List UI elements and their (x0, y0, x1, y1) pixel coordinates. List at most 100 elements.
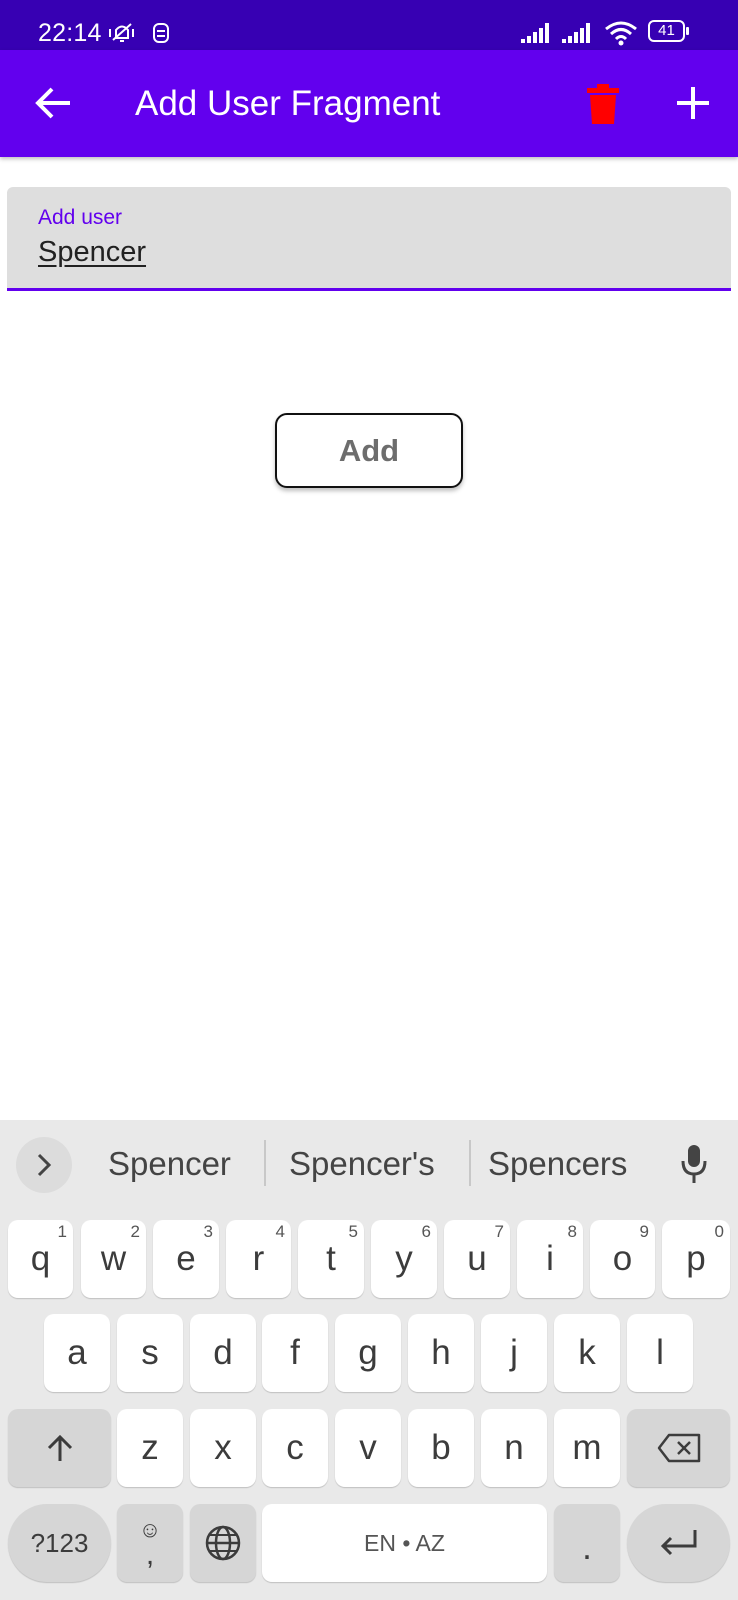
key-label: e (176, 1239, 196, 1278)
wifi-icon (605, 21, 637, 46)
symbols-key[interactable]: ?123 (8, 1504, 111, 1582)
key-label: , (145, 1538, 155, 1571)
key-v[interactable]: v (335, 1409, 401, 1487)
key-b[interactable]: b (408, 1409, 474, 1487)
key-t[interactable]: t5 (298, 1220, 364, 1298)
key-label: b (431, 1428, 451, 1467)
enter-key[interactable] (627, 1504, 730, 1582)
suggestion-divider (264, 1140, 266, 1186)
key-label: v (359, 1428, 377, 1467)
key-e[interactable]: e3 (153, 1220, 219, 1298)
suggestion-3[interactable]: Spencers (488, 1145, 627, 1183)
key-hint: 9 (639, 1222, 649, 1241)
key-hint: 5 (348, 1222, 358, 1241)
key-f[interactable]: f (262, 1314, 328, 1392)
space-key[interactable]: EN • AZ (262, 1504, 547, 1582)
emoji-comma-key[interactable]: ☺ , (117, 1504, 183, 1582)
key-label: q (30, 1239, 51, 1278)
key-m[interactable]: m (554, 1409, 620, 1487)
key-x[interactable]: x (190, 1409, 256, 1487)
key-g[interactable]: g (335, 1314, 401, 1392)
backspace-key[interactable] (627, 1409, 730, 1487)
suggestion-1[interactable]: Spencer (108, 1145, 231, 1183)
key-label: k (578, 1333, 596, 1372)
key-i[interactable]: i8 (517, 1220, 583, 1298)
soft-keyboard: Spencer Spencer's Spencers q1 w2 e3 r4 t… (0, 1120, 738, 1600)
add-user-field[interactable]: Add user Spencer (7, 187, 731, 291)
key-l[interactable]: l (627, 1314, 693, 1392)
key-q[interactable]: q1 (8, 1220, 73, 1298)
battery-icon: 41 (648, 20, 690, 44)
key-label: y (395, 1239, 413, 1278)
add-button[interactable]: Add (275, 413, 463, 488)
key-z[interactable]: z (117, 1409, 183, 1487)
key-label: l (656, 1333, 664, 1372)
plus-icon[interactable] (673, 83, 713, 123)
key-p[interactable]: p0 (662, 1220, 730, 1298)
key-label: c (286, 1428, 304, 1467)
battery-level: 41 (658, 22, 675, 39)
key-h[interactable]: h (408, 1314, 474, 1392)
key-y[interactable]: y6 (371, 1220, 437, 1298)
key-a[interactable]: a (44, 1314, 110, 1392)
key-label: w (100, 1239, 127, 1278)
suggestion-2[interactable]: Spencer's (289, 1145, 435, 1183)
key-hint: 1 (57, 1222, 67, 1241)
suggestion-divider (469, 1140, 471, 1186)
arrow-left-icon[interactable] (34, 80, 74, 126)
add-button-label: Add (338, 432, 400, 468)
key-label: a (67, 1333, 87, 1372)
status-time: 22:14 (38, 19, 102, 47)
key-label: n (504, 1428, 524, 1467)
shift-arrow-icon (47, 1434, 72, 1461)
key-d[interactable]: d (190, 1314, 256, 1392)
page-title: Add User Fragment (135, 84, 441, 123)
key-label: g (358, 1333, 378, 1372)
key-label: p (686, 1239, 706, 1278)
enter-icon (660, 1530, 696, 1556)
add-user-field-label: Add user (38, 206, 123, 229)
shift-key[interactable] (8, 1409, 111, 1487)
key-label: f (290, 1333, 300, 1372)
chevron-right-icon (37, 1153, 52, 1177)
key-c[interactable]: c (262, 1409, 328, 1487)
key-r[interactable]: r4 (226, 1220, 291, 1298)
key-label: x (214, 1428, 232, 1467)
key-label: z (141, 1428, 159, 1467)
expand-toolbar-button[interactable] (16, 1137, 72, 1193)
globe-icon (205, 1525, 241, 1561)
key-w[interactable]: w2 (81, 1220, 146, 1298)
key-label: m (572, 1428, 602, 1467)
key-label: ?123 (30, 1527, 89, 1558)
sim-icon (153, 23, 169, 43)
key-k[interactable]: k (554, 1314, 620, 1392)
key-hint: 7 (494, 1222, 504, 1241)
key-hint: 2 (130, 1222, 140, 1241)
key-n[interactable]: n (481, 1409, 547, 1487)
trash-icon[interactable] (586, 84, 620, 124)
language-key[interactable] (190, 1504, 256, 1582)
key-label: . (582, 1528, 592, 1567)
key-hint: 8 (567, 1222, 577, 1241)
period-key[interactable]: . (554, 1504, 620, 1582)
microphone-icon[interactable] (680, 1143, 708, 1185)
key-hint: 4 (275, 1222, 285, 1241)
key-label: t (326, 1239, 336, 1278)
signal-icon (562, 23, 590, 43)
key-label: h (431, 1333, 451, 1372)
key-o[interactable]: o9 (590, 1220, 655, 1298)
key-label: d (213, 1333, 233, 1372)
vibrate-muted-icon (109, 23, 134, 42)
key-j[interactable]: j (481, 1314, 547, 1392)
status-bar: 22:14 41 (0, 0, 738, 50)
key-label: o (612, 1239, 633, 1278)
add-user-input[interactable]: Spencer (38, 236, 146, 269)
key-hint: 0 (714, 1222, 724, 1241)
signal-icon (521, 23, 549, 43)
key-hint: 6 (421, 1222, 431, 1241)
key-label: u (467, 1239, 487, 1278)
app-bar: Add User Fragment (0, 50, 738, 157)
key-s[interactable]: s (117, 1314, 183, 1392)
key-u[interactable]: u7 (444, 1220, 510, 1298)
screen: 22:14 41 Add User Fragment Add user Spen… (0, 0, 738, 1600)
